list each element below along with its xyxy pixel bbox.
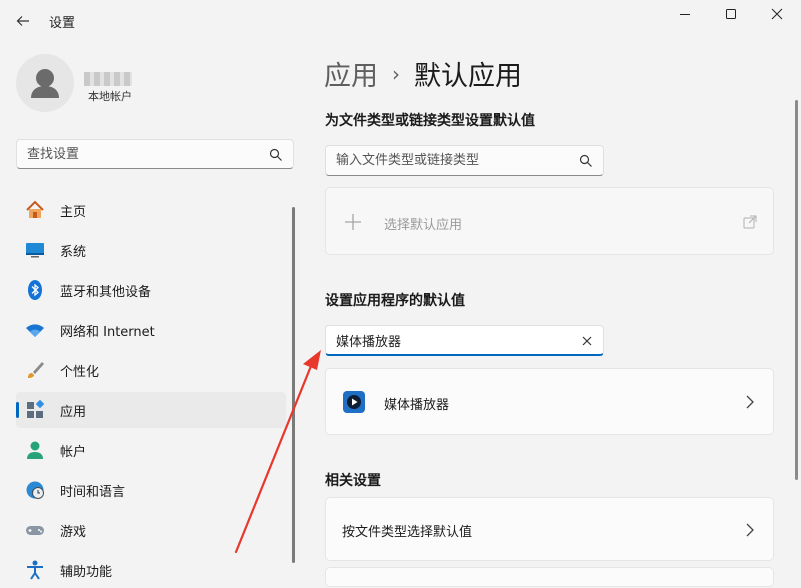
search-icon [269, 148, 282, 161]
active-indicator [16, 402, 19, 418]
bluetooth-icon [24, 279, 46, 301]
choose-defaults-by-file-type-label: 按文件类型选择默认值 [342, 525, 473, 540]
nav-item-accessibility[interactable]: 辅助功能 [16, 552, 286, 588]
user-silhouette-icon [31, 69, 59, 98]
sidebar-scrollbar[interactable] [292, 207, 295, 563]
brush-icon [24, 359, 46, 381]
search-icon [579, 154, 592, 167]
system-icon [24, 239, 46, 261]
avatar[interactable] [16, 54, 74, 112]
nav-item-personalization[interactable]: 个性化 [16, 352, 286, 388]
account-icon [24, 439, 46, 461]
nav-label-network: 网络和 Internet [60, 324, 155, 340]
window-title: 设置 [49, 16, 76, 31]
file-type-search-input[interactable] [336, 146, 558, 175]
nav-item-time-language[interactable]: 时间和语言 [16, 472, 286, 508]
media-player-result-card[interactable]: 媒体播放器 [325, 368, 774, 435]
chevron-right-icon [746, 523, 754, 537]
wifi-icon [24, 319, 46, 341]
nav-label-apps: 应用 [60, 404, 87, 420]
media-player-app-icon [343, 391, 365, 413]
nav-label-personalization: 个性化 [60, 364, 100, 380]
close-icon [771, 8, 783, 20]
nav-label-time-language: 时间和语言 [60, 484, 126, 500]
nav-label-accounts: 帐户 [60, 444, 87, 460]
breadcrumb: 应用 › 默认应用 [324, 54, 522, 93]
nav-label-accessibility: 辅助功能 [60, 564, 113, 580]
clear-icon[interactable] [582, 336, 592, 346]
nav-item-apps[interactable]: 应用 [16, 392, 286, 428]
settings-search-box[interactable] [16, 139, 294, 169]
back-arrow-icon [16, 16, 29, 26]
file-type-search-box[interactable] [325, 145, 604, 176]
nav-item-system[interactable]: 系统 [16, 232, 286, 268]
next-related-card[interactable] [325, 567, 774, 587]
accessibility-icon [24, 559, 46, 581]
plus-icon [345, 214, 361, 230]
open-external-icon [743, 215, 757, 229]
clock-globe-icon [24, 479, 46, 501]
nav-label-system: 系统 [60, 244, 87, 260]
app-search-box[interactable] [325, 325, 604, 356]
choose-default-app-label: 选择默认应用 [384, 218, 463, 233]
choose-defaults-by-file-type-card[interactable]: 按文件类型选择默认值 [325, 497, 774, 561]
app-defaults-heading: 设置应用程序的默认值 [325, 293, 465, 309]
nav-label-gaming: 游戏 [60, 524, 87, 540]
nav-item-network[interactable]: 网络和 Internet [16, 312, 286, 348]
media-player-app-label: 媒体播放器 [384, 398, 450, 413]
file-types-heading: 为文件类型或链接类型设置默认值 [325, 113, 535, 129]
close-button[interactable] [754, 0, 800, 28]
nav-label-bluetooth: 蓝牙和其他设备 [60, 284, 152, 300]
nav-label-home: 主页 [60, 204, 87, 220]
page-title: 默认应用 [414, 61, 522, 92]
minimize-icon [680, 14, 690, 15]
settings-search-input[interactable] [27, 140, 248, 168]
gamepad-icon [24, 519, 46, 541]
apps-icon [24, 399, 46, 421]
maximize-icon [726, 9, 736, 19]
nav-item-home[interactable]: 主页 [16, 192, 286, 228]
back-button[interactable] [10, 8, 36, 34]
chevron-right-icon [746, 395, 754, 409]
profile-name-redacted [84, 72, 132, 86]
app-search-input[interactable] [336, 326, 558, 354]
breadcrumb-separator: › [392, 61, 400, 86]
minimize-button[interactable] [662, 0, 708, 28]
home-icon [24, 199, 46, 221]
nav-item-bluetooth[interactable]: 蓝牙和其他设备 [16, 272, 286, 308]
nav-item-accounts[interactable]: 帐户 [16, 432, 286, 468]
account-type-label: 本地帐户 [88, 90, 132, 103]
maximize-button[interactable] [708, 0, 754, 28]
breadcrumb-parent-link[interactable]: 应用 [324, 54, 378, 93]
nav-item-gaming[interactable]: 游戏 [16, 512, 286, 548]
related-settings-heading: 相关设置 [325, 473, 381, 489]
main-scrollbar[interactable] [795, 100, 798, 480]
choose-default-app-card: 选择默认应用 [325, 187, 774, 255]
